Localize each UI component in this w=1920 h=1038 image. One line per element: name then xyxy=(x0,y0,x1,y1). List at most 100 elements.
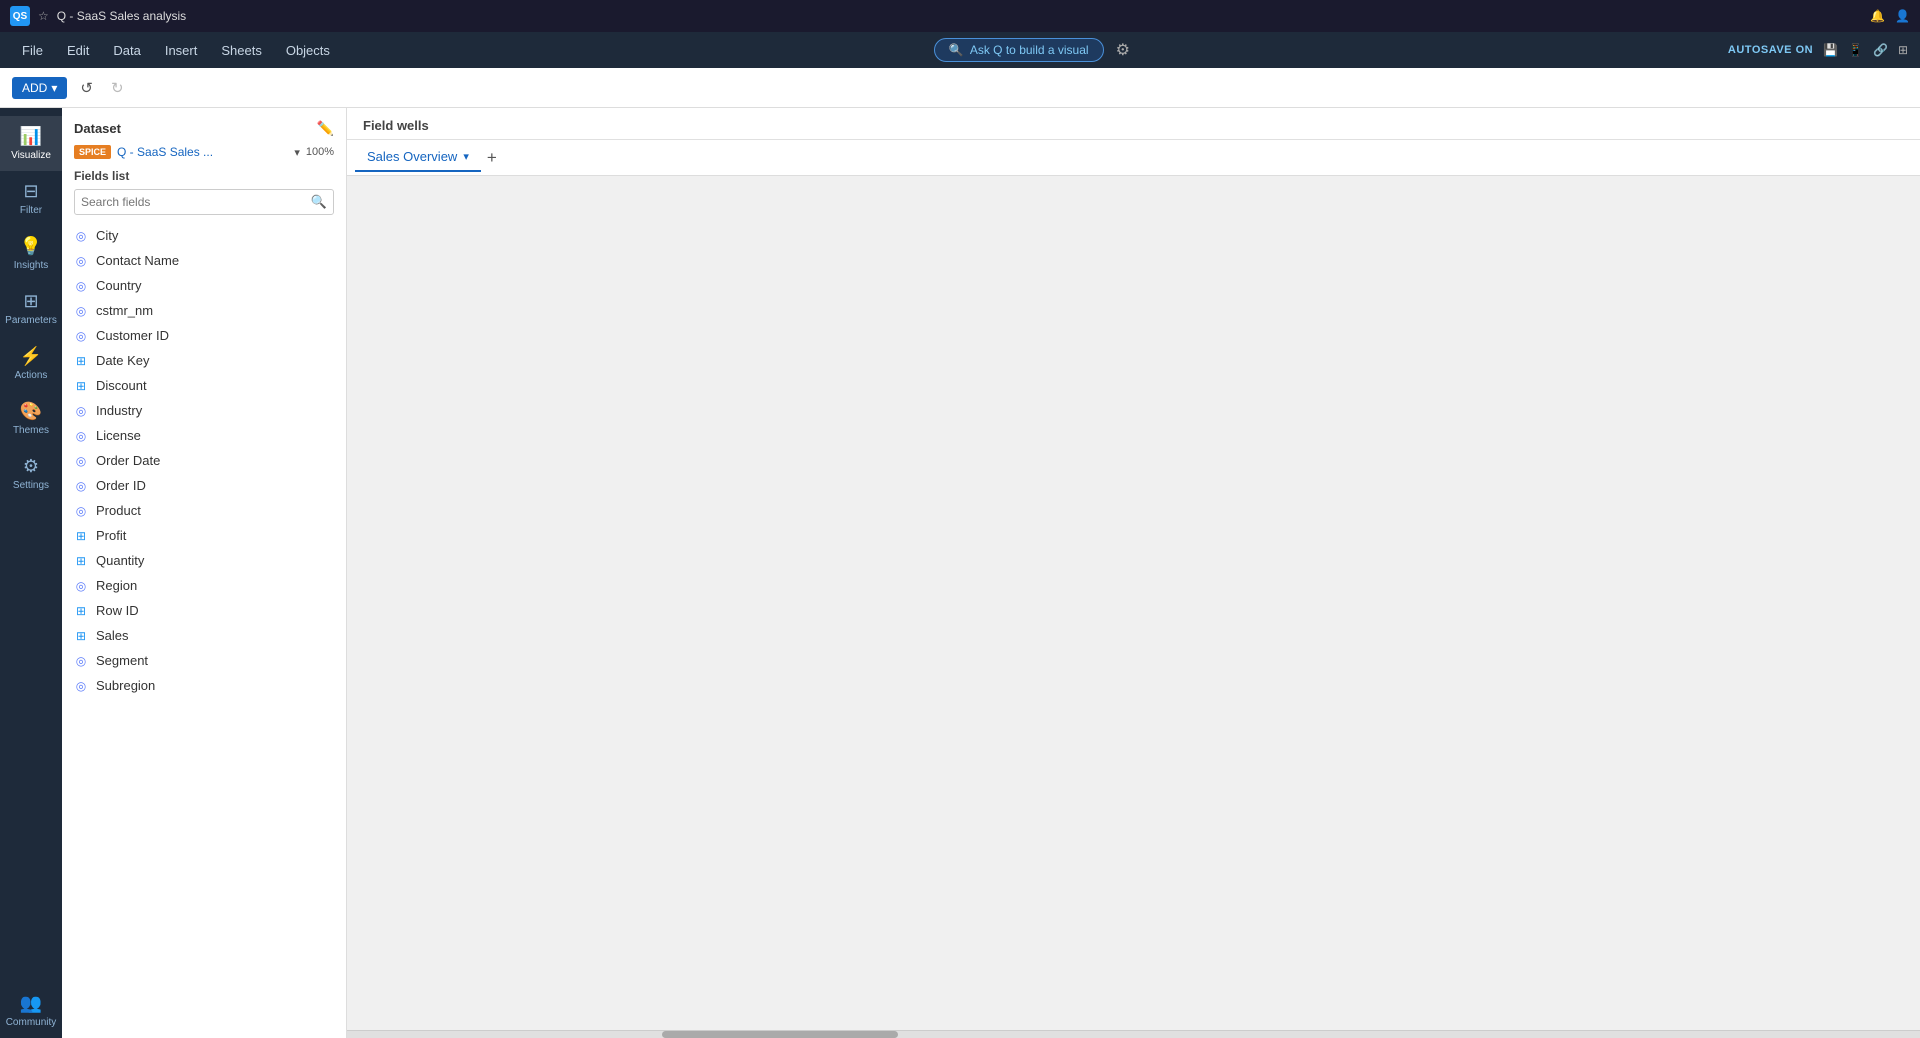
field-item[interactable]: ⊞ Profit xyxy=(62,523,346,548)
title-bar-actions: 🔔 👤 xyxy=(1870,9,1910,23)
menu-data[interactable]: Data xyxy=(103,39,150,62)
field-type-icon: ◎ xyxy=(74,679,88,693)
field-name: Customer ID xyxy=(96,328,169,343)
field-item[interactable]: ◎ Region xyxy=(62,573,346,598)
sidebar-item-insights[interactable]: 💡 Insights xyxy=(0,226,62,281)
sheet-tab-sales-overview[interactable]: Sales Overview ▾ xyxy=(355,143,481,172)
search-fields-input[interactable] xyxy=(81,195,307,209)
dataset-title: Dataset xyxy=(74,121,121,136)
sheet-tabs: Sales Overview ▾ + xyxy=(347,140,1920,176)
field-name: Row ID xyxy=(96,603,139,618)
field-item[interactable]: ◎ Industry xyxy=(62,398,346,423)
field-name: Industry xyxy=(96,403,142,418)
sidebar-item-themes[interactable]: 🎨 Themes xyxy=(0,391,62,446)
toolbar: ADD ▾ ↺ ↻ xyxy=(0,68,1920,108)
menu-file[interactable]: File xyxy=(12,39,53,62)
field-item[interactable]: ⊞ Date Key xyxy=(62,348,346,373)
sidebar-community-label: Community xyxy=(6,1017,57,1028)
share-icon[interactable]: 🔗 xyxy=(1873,43,1888,57)
search-icon: 🔍 xyxy=(311,194,327,210)
sidebar-bottom: 👥 Community xyxy=(0,983,62,1038)
settings-icon: ⚙ xyxy=(23,456,39,477)
menu-sheets[interactable]: Sheets xyxy=(211,39,271,62)
field-item[interactable]: ◎ Subregion xyxy=(62,673,346,698)
field-type-icon: ◎ xyxy=(74,504,88,518)
settings-gear-button[interactable]: ⚙ xyxy=(1112,36,1134,64)
notification-icon[interactable]: 🔔 xyxy=(1870,9,1885,23)
mobile-icon[interactable]: 📱 xyxy=(1848,43,1863,57)
field-type-icon: ◎ xyxy=(74,229,88,243)
field-item[interactable]: ◎ License xyxy=(62,423,346,448)
field-item[interactable]: ⊞ Sales xyxy=(62,623,346,648)
ask-q-button[interactable]: 🔍 Ask Q to build a visual xyxy=(934,38,1104,62)
fields-panel: Dataset ✏️ SPICE Q - SaaS Sales ... ▾ 10… xyxy=(62,108,347,1038)
field-item[interactable]: ⊞ Row ID xyxy=(62,598,346,623)
sidebar-item-settings[interactable]: ⚙ Settings xyxy=(0,446,62,501)
sidebar-item-parameters[interactable]: ⊞ Parameters xyxy=(0,281,62,336)
menu-edit[interactable]: Edit xyxy=(57,39,99,62)
field-type-icon: ⊞ xyxy=(74,629,88,643)
insights-icon: 💡 xyxy=(20,236,42,257)
bottom-scrollbar[interactable] xyxy=(347,1030,1920,1038)
field-name: Product xyxy=(96,503,141,518)
filter-icon: ⊟ xyxy=(23,181,38,202)
field-name: Discount xyxy=(96,378,147,393)
field-name: Date Key xyxy=(96,353,149,368)
add-button[interactable]: ADD ▾ xyxy=(12,77,67,99)
menu-insert[interactable]: Insert xyxy=(155,39,208,62)
field-item[interactable]: ◎ Segment xyxy=(62,648,346,673)
scrollbar-thumb[interactable] xyxy=(662,1031,898,1038)
search-fields-box[interactable]: 🔍 xyxy=(74,189,334,215)
field-name: Region xyxy=(96,578,137,593)
canvas-area: Field wells Sales Overview ▾ + xyxy=(347,108,1920,1038)
field-name: Order Date xyxy=(96,453,160,468)
field-type-icon: ◎ xyxy=(74,479,88,493)
main-layout: 📊 Visualize ⊟ Filter 💡 Insights ⊞ Parame… xyxy=(0,108,1920,1038)
sidebar-item-community[interactable]: 👥 Community xyxy=(0,983,62,1038)
dataset-name[interactable]: Q - SaaS Sales ... xyxy=(117,145,288,159)
field-name: City xyxy=(96,228,118,243)
sheet-tab-chevron-icon[interactable]: ▾ xyxy=(463,150,469,163)
field-item[interactable]: ◎ Order ID xyxy=(62,473,346,498)
field-name: Subregion xyxy=(96,678,155,693)
community-icon: 👥 xyxy=(20,993,42,1014)
field-item[interactable]: ◎ Country xyxy=(62,273,346,298)
redo-button[interactable]: ↻ xyxy=(106,76,129,100)
favorite-star[interactable]: ☆ xyxy=(38,9,49,23)
sidebar-item-filter[interactable]: ⊟ Filter xyxy=(0,171,62,226)
user-icon[interactable]: 👤 xyxy=(1895,9,1910,23)
sidebar-item-visualize[interactable]: 📊 Visualize xyxy=(0,116,62,171)
icon-sidebar: 📊 Visualize ⊟ Filter 💡 Insights ⊞ Parame… xyxy=(0,108,62,1038)
field-item[interactable]: ◎ Contact Name xyxy=(62,248,346,273)
add-chevron: ▾ xyxy=(51,81,57,95)
field-name: Profit xyxy=(96,528,126,543)
field-name: Order ID xyxy=(96,478,146,493)
sidebar-filter-label: Filter xyxy=(20,205,42,216)
dataset-percent: 100% xyxy=(306,146,334,158)
edit-dataset-icon[interactable]: ✏️ xyxy=(317,120,334,137)
field-name: Country xyxy=(96,278,142,293)
menu-objects[interactable]: Objects xyxy=(276,39,340,62)
field-item[interactable]: ◎ cstmr_nm xyxy=(62,298,346,323)
field-item[interactable]: ◎ Order Date xyxy=(62,448,346,473)
menu-bar: File Edit Data Insert Sheets Objects 🔍 A… xyxy=(0,32,1920,68)
field-item[interactable]: ◎ City xyxy=(62,223,346,248)
field-type-icon: ◎ xyxy=(74,254,88,268)
save-icon[interactable]: 💾 xyxy=(1823,43,1838,57)
add-sheet-button[interactable]: + xyxy=(481,148,503,168)
grid-icon[interactable]: ⊞ xyxy=(1898,43,1908,57)
sidebar-item-actions[interactable]: ⚡ Actions xyxy=(0,336,62,391)
field-name: License xyxy=(96,428,141,443)
field-type-icon: ◎ xyxy=(74,329,88,343)
sidebar-parameters-label: Parameters xyxy=(5,315,57,326)
field-type-icon: ◎ xyxy=(74,654,88,668)
field-item[interactable]: ⊞ Discount xyxy=(62,373,346,398)
field-item[interactable]: ◎ Product xyxy=(62,498,346,523)
field-item[interactable]: ⊞ Quantity xyxy=(62,548,346,573)
sidebar-actions-label: Actions xyxy=(15,370,48,381)
undo-button[interactable]: ↺ xyxy=(75,76,98,100)
dataset-chevron-icon[interactable]: ▾ xyxy=(294,146,300,159)
ask-q-label: Ask Q to build a visual xyxy=(970,43,1089,57)
field-type-icon: ◎ xyxy=(74,279,88,293)
field-item[interactable]: ◎ Customer ID xyxy=(62,323,346,348)
